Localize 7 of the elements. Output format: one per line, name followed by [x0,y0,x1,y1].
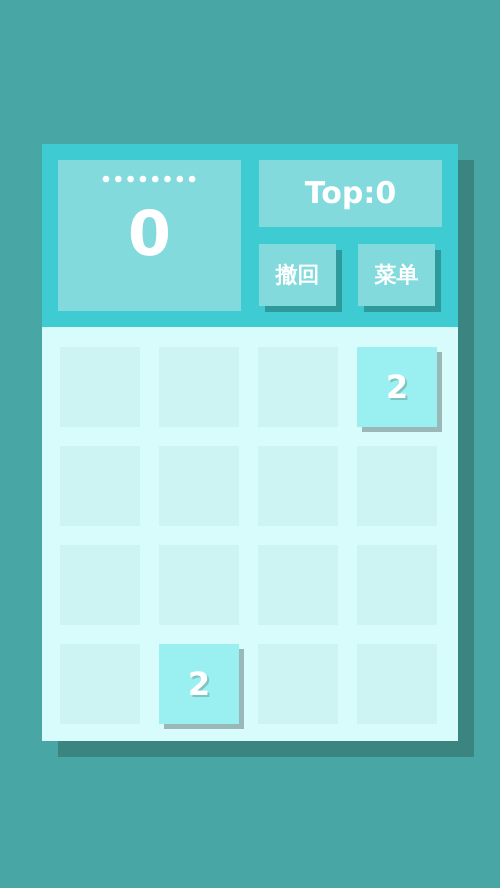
best-score: Top:0 [259,160,442,227]
score-value: 0 [128,203,172,265]
number-tile: 2 [159,644,239,724]
menu-button[interactable]: 菜单 [358,244,435,306]
menu-button[interactable]: 撤回 [259,244,336,306]
number-tile: 2 [357,347,437,427]
dots-icon [102,175,198,183]
